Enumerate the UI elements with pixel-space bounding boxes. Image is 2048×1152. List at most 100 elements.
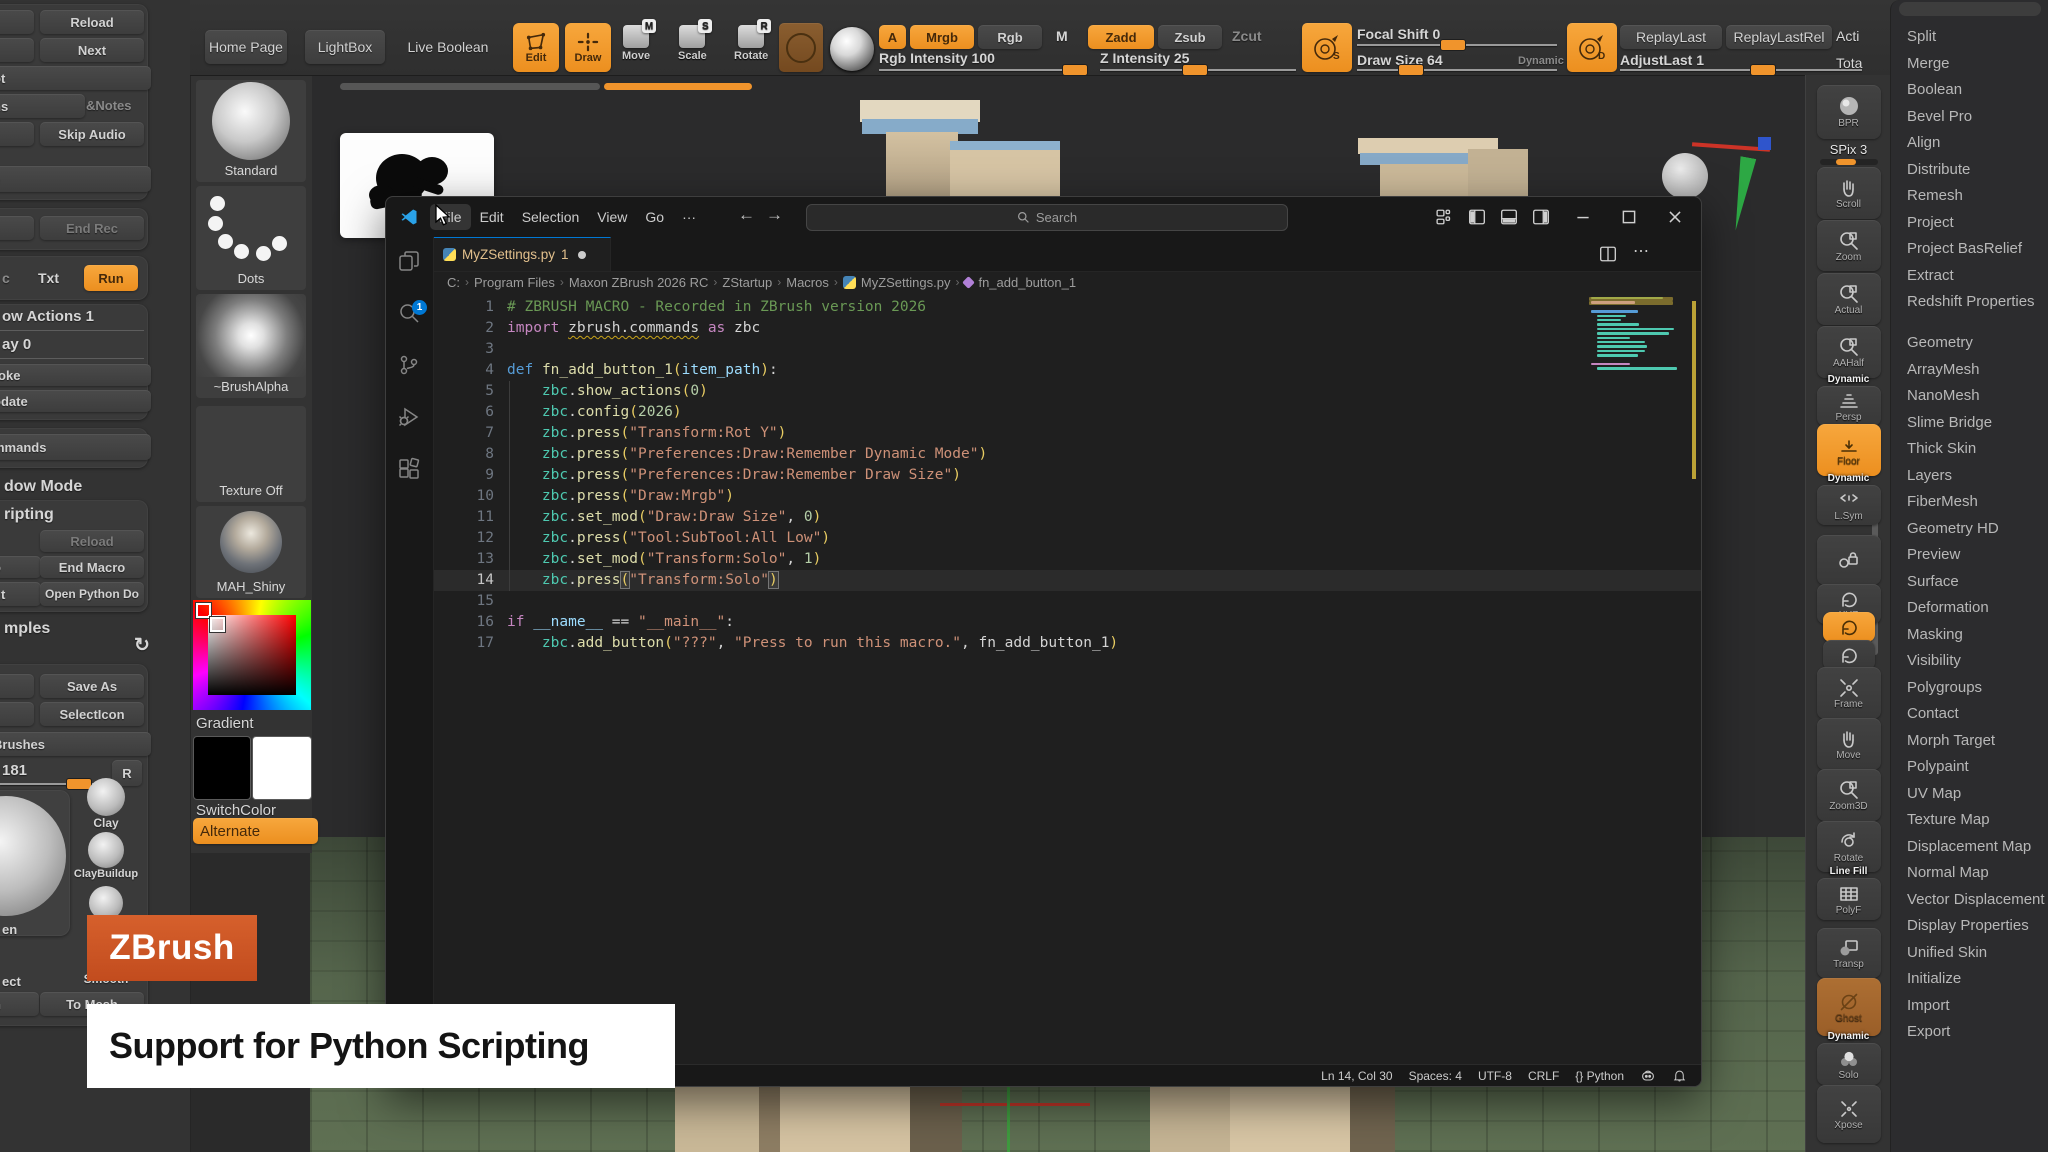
tray-move-button[interactable]: Move <box>1806 718 1891 770</box>
replay-last-button[interactable]: ReplayLast <box>1620 25 1722 49</box>
vscode-titlebar[interactable]: FileEditSelectionViewGo··· ← → Search <box>386 197 1701 237</box>
rgb-toggle[interactable]: Rgb <box>978 25 1042 49</box>
next-button[interactable]: Next <box>40 38 144 62</box>
breadcrumb[interactable]: C:›Program Files›Maxon ZBrush 2026 RC›ZS… <box>433 271 1701 293</box>
draw-size-handle[interactable] <box>1398 64 1424 76</box>
shelf-item-brushalpha[interactable]: ~BrushAlpha <box>196 294 306 398</box>
edit-button[interactable]: Edit <box>513 23 559 72</box>
tray-xpose-button[interactable]: Xpose <box>1806 1085 1891 1143</box>
menu-item-uv-map[interactable]: UV Map <box>1891 781 2048 808</box>
menu-item-morph-target[interactable]: Morph Target <box>1891 728 2048 755</box>
menu-item-project[interactable]: Project <box>1891 210 2048 237</box>
menu-item-fibermesh[interactable]: FiberMesh <box>1891 489 2048 516</box>
extensions-icon[interactable] <box>397 457 421 481</box>
run-debug-icon[interactable] <box>397 405 421 429</box>
move-button[interactable]: MMove <box>622 25 650 62</box>
breadcrumb-item[interactable]: Maxon ZBrush 2026 RC <box>569 275 708 290</box>
menu-item-surface[interactable]: Surface <box>1891 569 2048 596</box>
menu-item-normal-map[interactable]: Normal Map <box>1891 860 2048 887</box>
explorer-icon[interactable] <box>397 249 421 273</box>
menu-item-contact[interactable]: Contact <box>1891 701 2048 728</box>
clipped-button-o[interactable]: o <box>0 556 41 578</box>
scale-button[interactable]: SScale <box>678 25 707 62</box>
menu-item-nanomesh[interactable]: NanoMesh <box>1891 383 2048 410</box>
shelf-item-mahshiny[interactable]: MAH_Shiny <box>196 506 306 598</box>
code-line-4[interactable]: 4def fn_add_button_1(item_path): <box>433 360 1701 381</box>
menu-item-displacement-map[interactable]: Displacement Map <box>1891 834 2048 861</box>
brush-claybuildup[interactable]: ClayBuildup <box>58 832 154 880</box>
current-color-sphere[interactable] <box>830 27 874 71</box>
menu-item-slime-bridge[interactable]: Slime Bridge <box>1891 410 2048 437</box>
toggle-panel-icon[interactable] <box>1500 208 1518 226</box>
menu-item-geometry[interactable]: Geometry <box>1891 330 2048 357</box>
stub-button[interactable] <box>0 702 34 726</box>
rotate-button[interactable]: RRotate <box>734 25 768 62</box>
tray-persp-button[interactable]: DynamicPersp <box>1806 374 1891 426</box>
focal-shift-slider[interactable]: Focal Shift 0 <box>1357 26 1440 42</box>
split-editor-icon[interactable] <box>1599 245 1617 263</box>
hue-selector[interactable] <box>196 603 211 618</box>
end-macro-button[interactable]: End Macro <box>40 556 144 578</box>
menu-item-vector-displacement[interactable]: Vector Displacement <box>1891 887 2048 914</box>
breadcrumb-item[interactable]: fn_add_button_1 <box>978 275 1076 290</box>
code-line-16[interactable]: 16if __name__ == "__main__": <box>433 612 1701 633</box>
menu-item-merge[interactable]: Merge <box>1891 51 2048 78</box>
tab-myzsettings[interactable]: MyZSettings.py 1 <box>433 237 611 271</box>
shelf-item-textureoff[interactable]: Texture Off <box>196 406 306 502</box>
replay-d-button[interactable]: D <box>1567 23 1617 72</box>
status-utf-8[interactable]: UTF-8 <box>1478 1069 1512 1083</box>
rgb-intensity-slider[interactable]: Rgb Intensity 100 <box>879 50 995 66</box>
switch-color-label[interactable]: SwitchColor <box>196 802 276 819</box>
customize-layout-icon[interactable] <box>1436 208 1454 226</box>
tray-solo-button[interactable]: DynamicSolo <box>1806 1031 1891 1085</box>
adjust-last-handle[interactable] <box>1750 64 1776 76</box>
breadcrumb-item[interactable]: C: <box>447 275 460 290</box>
clipped-button-ot[interactable]: ot <box>0 66 151 90</box>
delay-slider[interactable]: ay 0 <box>2 336 31 353</box>
adjust-last-line[interactable] <box>1620 69 1862 71</box>
menu-item-extract[interactable]: Extract <box>1891 263 2048 290</box>
code-line-5[interactable]: 5 zbc.show_actions(0) <box>433 381 1701 402</box>
menu-go[interactable]: Go <box>636 204 673 230</box>
menu-item-initialize[interactable]: Initialize <box>1891 966 2048 993</box>
minimize-icon[interactable] <box>1574 208 1592 226</box>
focal-shift-handle[interactable] <box>1440 39 1466 51</box>
menu-item-visibility[interactable]: Visibility <box>1891 648 2048 675</box>
code-line-13[interactable]: 13 zbc.set_mod("Transform:Solo", 1) <box>433 549 1701 570</box>
acti-label-clipped[interactable]: Acti <box>1836 28 1859 44</box>
code-line-7[interactable]: 7 zbc.press("Transform:Rot Y") <box>433 423 1701 444</box>
mrgb-toggle[interactable]: Mrgb <box>910 25 974 49</box>
shelf-item-standard[interactable]: Standard <box>196 80 306 182</box>
run-button[interactable]: Run <box>84 265 138 291</box>
toggle-sidebar-icon[interactable] <box>1468 208 1486 226</box>
menu-item-bevel-pro[interactable]: Bevel Pro <box>1891 104 2048 131</box>
skip-audio-button[interactable]: Skip Audio <box>40 122 144 146</box>
search-input[interactable]: Search <box>806 204 1288 231</box>
spix-slider[interactable] <box>1820 159 1878 165</box>
tray-spix3-button[interactable]: SPix 3 <box>1806 137 1891 171</box>
menu-item-geometry-hd[interactable]: Geometry HD <box>1891 516 2048 543</box>
breadcrumb-item[interactable]: ZStartup <box>722 275 772 290</box>
code-line-11[interactable]: 11 zbc.set_mod("Draw:Draw Size", 0) <box>433 507 1701 528</box>
menu-item-boolean[interactable]: Boolean <box>1891 77 2048 104</box>
breadcrumb-item[interactable]: Program Files <box>474 275 555 290</box>
reload-button[interactable]: Reload <box>40 10 144 34</box>
clipped-button-e[interactable]: e <box>0 166 151 192</box>
z-intensity-handle[interactable] <box>1182 64 1208 76</box>
live-boolean-button[interactable]: Live Boolean <box>402 30 494 64</box>
save-as-button[interactable]: Save As <box>40 674 144 698</box>
rgb-intensity-line[interactable] <box>879 69 1084 71</box>
draw-button[interactable]: Draw <box>565 23 611 72</box>
status--python[interactable]: {} Python <box>1575 1069 1624 1083</box>
canvas-scrollbar[interactable] <box>340 83 600 90</box>
tray-frame-button[interactable]: Frame <box>1806 667 1891 719</box>
breadcrumb-item[interactable]: Macros <box>786 275 829 290</box>
bell-icon[interactable] <box>1672 1068 1687 1083</box>
code-line-12[interactable]: 12 zbc.press("Tool:SubTool:All Low") <box>433 528 1701 549</box>
source-control-icon[interactable] <box>397 353 421 377</box>
tota-label-clipped[interactable]: Tota <box>1836 55 1862 71</box>
stub-button[interactable] <box>0 38 34 62</box>
code-line-17[interactable]: 17 zbc.add_button("???", "Press to run t… <box>433 633 1701 654</box>
stub-button[interactable] <box>0 216 34 240</box>
code-line-3[interactable]: 3 <box>433 339 1701 360</box>
